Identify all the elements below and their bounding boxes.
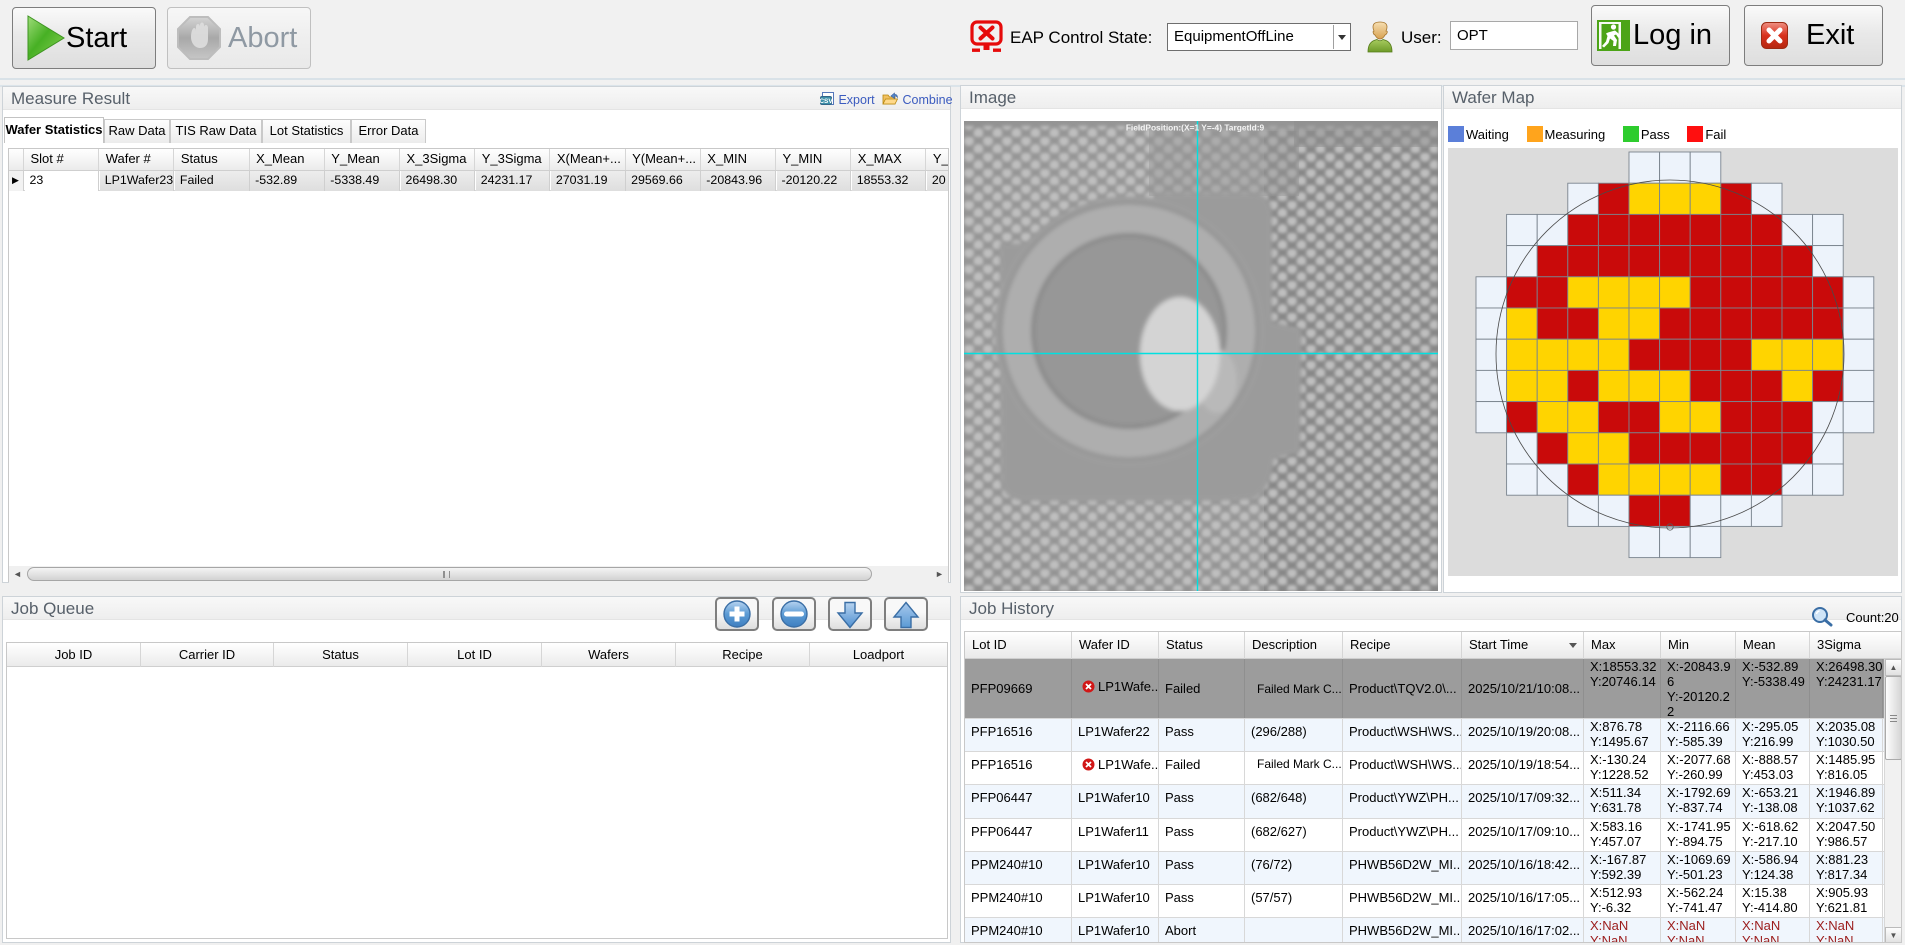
svg-text:FieldPosition:(X=1 Y=-4) Targe: FieldPosition:(X=1 Y=-4) TargetId:9: [1126, 123, 1265, 133]
svg-text:CSV: CSV: [820, 98, 833, 105]
